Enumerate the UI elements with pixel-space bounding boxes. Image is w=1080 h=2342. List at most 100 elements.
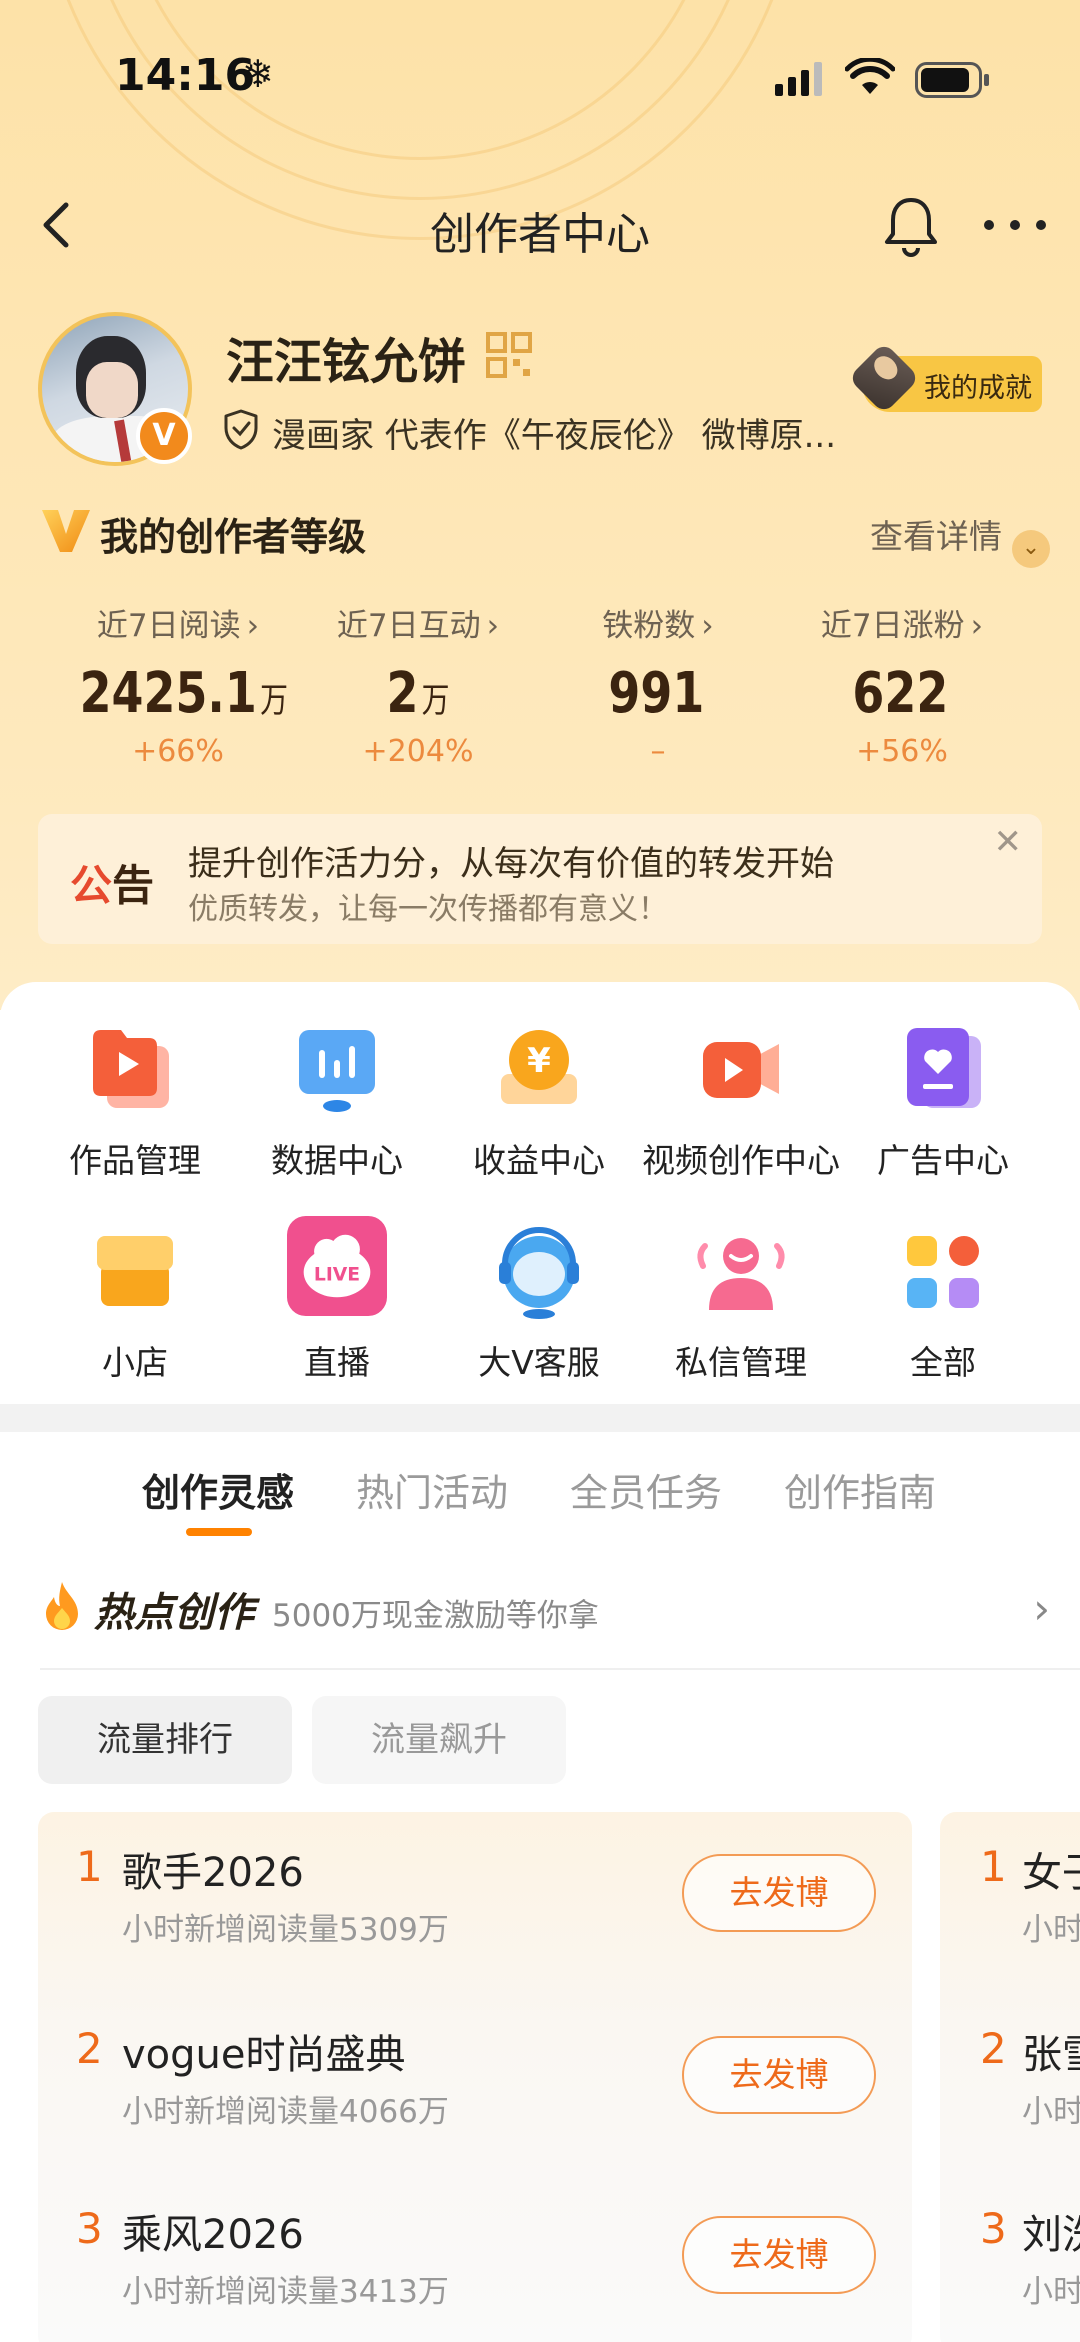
hot-creation-row[interactable]: 热点创作 5000万现金激励等你拿 ›: [40, 1580, 1050, 1660]
rank-title: 女子: [1022, 1850, 1080, 1896]
tab-all-tasks[interactable]: 全员任务: [570, 1462, 722, 1517]
view-detail-link[interactable]: 查看详情 ⌄: [870, 510, 1050, 568]
rank-meta: 小时新增阅读量3413万: [122, 2274, 449, 2310]
profile-bio[interactable]: 漫画家 代表作《午夜辰伦》 微博原...: [222, 404, 862, 456]
rank-number: 1: [76, 1842, 103, 1891]
post-button[interactable]: 去发博: [682, 1854, 876, 1932]
tab-inspiration[interactable]: 创作灵感: [142, 1462, 294, 1517]
grid-label: 广告中心: [877, 1141, 1009, 1180]
rank-number: 2: [980, 2024, 1007, 2073]
svg-text:¥: ¥: [527, 1041, 551, 1081]
more-icon[interactable]: [975, 192, 1055, 258]
grid-label: 收益中心: [473, 1141, 605, 1180]
stat-change: –: [650, 734, 666, 769]
grid-item-ad[interactable]: 广告中心: [843, 1022, 1043, 1182]
divider-line: [40, 1668, 1080, 1670]
grid-label: 小店: [102, 1343, 168, 1382]
grid-item-service[interactable]: 大V客服: [439, 1224, 639, 1384]
list-item[interactable]: 2 vogue时尚盛典 小时新增阅读量4066万 去发博: [38, 1994, 912, 2154]
achievement-label: 我的成就: [924, 373, 1032, 404]
verified-v-icon: V: [136, 408, 192, 464]
shop-icon: [97, 1236, 173, 1306]
tab-guide[interactable]: 创作指南: [784, 1462, 936, 1517]
income-icon: ¥: [501, 1030, 577, 1104]
notice-tag: 公告: [70, 852, 154, 913]
grid-label: 全部: [910, 1343, 976, 1382]
battery-icon: [915, 62, 989, 98]
rank-meta: 小时新增阅读量4066万: [122, 2094, 449, 2130]
qr-code-icon[interactable]: [486, 332, 532, 378]
stat-label: 近7日互动: [336, 608, 481, 644]
close-icon[interactable]: ✕: [994, 822, 1023, 862]
all-icon: [907, 1236, 979, 1308]
grid-item-all[interactable]: 全部: [843, 1224, 1043, 1384]
list-item[interactable]: 2 张雪 小时: [940, 1994, 1080, 2154]
rank-number: 2: [76, 2024, 103, 2073]
grid-item-messages[interactable]: 私信管理: [641, 1224, 841, 1384]
list-item[interactable]: 1 歌手2026 小时新增阅读量5309万 去发博: [38, 1812, 912, 1972]
stat-change: +204%: [362, 734, 474, 769]
stat-label: 近7日涨粉: [820, 608, 965, 644]
stat-value: 991: [608, 661, 705, 726]
video-icon: [703, 1042, 779, 1098]
bio-text: 漫画家 代表作《午夜辰伦》 微博原...: [272, 416, 837, 456]
profile-name[interactable]: 汪汪铉允饼: [226, 322, 466, 392]
grid-item-data[interactable]: 数据中心: [237, 1022, 437, 1182]
grid-item-shop[interactable]: 小店: [35, 1224, 235, 1384]
stat-new-fans[interactable]: 近7日涨粉 › 622 +56%: [782, 600, 1022, 769]
notice-banner[interactable]: 公告 提升创作活力分，从每次有价值的转发开始 优质转发，让每一次传播都有意义！ …: [38, 814, 1042, 944]
post-button[interactable]: 去发博: [682, 2216, 876, 2294]
status-bar: 14:16 ❄: [0, 40, 1080, 120]
grid-item-income[interactable]: ¥ 收益中心: [439, 1022, 639, 1182]
rank-meta: 小时新增阅读量5309万: [122, 1912, 449, 1948]
stat-unit: 万: [421, 681, 450, 721]
hot-title: 热点创作: [94, 1590, 254, 1636]
data-icon: [299, 1030, 375, 1112]
ad-icon: [907, 1028, 981, 1108]
chevron-right-icon: ›: [486, 608, 500, 644]
grid-label: 直播: [304, 1343, 370, 1382]
rank-meta: 小时: [1022, 2094, 1080, 2130]
stat-value: 622: [852, 661, 949, 726]
post-button[interactable]: 去发博: [682, 2036, 876, 2114]
ranking-card-2: 1 女子 小时 2 张雪 小时 3 刘洗 小时: [940, 1812, 1080, 2342]
live-icon: LIVE: [287, 1216, 387, 1316]
stat-reads[interactable]: 近7日阅读 › 2425.1万 +66%: [58, 600, 298, 769]
list-item[interactable]: 1 女子 小时: [940, 1812, 1080, 1972]
list-item[interactable]: 3 刘洗 小时: [940, 2174, 1080, 2334]
view-detail-label: 查看详情: [870, 517, 1002, 556]
notice-line1: 提升创作活力分，从每次有价值的转发开始: [188, 844, 834, 884]
stat-interactions[interactable]: 近7日互动 › 2万 +204%: [298, 600, 538, 769]
rank-number: 3: [980, 2204, 1007, 2253]
chip-traffic-rise[interactable]: 流量飙升: [312, 1696, 566, 1784]
notice-line2: 优质转发，让每一次传播都有意义！: [188, 892, 668, 927]
rank-title: vogue时尚盛典: [122, 2032, 406, 2078]
stat-iron-fans[interactable]: 铁粉数 › 991 –: [538, 600, 778, 769]
rank-meta: 小时: [1022, 1912, 1080, 1948]
grid-label: 私信管理: [675, 1343, 807, 1382]
grid-item-video[interactable]: 视频创作中心: [641, 1022, 841, 1182]
chip-traffic-rank[interactable]: 流量排行: [38, 1696, 292, 1784]
chevron-right-icon: ›: [970, 608, 984, 644]
stat-unit: 万: [260, 681, 288, 721]
level-v-icon: [42, 510, 90, 552]
chevron-right-icon: ›: [701, 608, 714, 644]
rank-meta: 小时: [1022, 2274, 1080, 2310]
rank-title: 刘洗: [1022, 2212, 1080, 2258]
stat-label: 近7日阅读: [96, 608, 241, 644]
ranking-card: 1 歌手2026 小时新增阅读量5309万 去发博 2 vogue时尚盛典 小时…: [38, 1812, 912, 2342]
achievement-button[interactable]: 我的成就: [847, 341, 1042, 415]
level-title: 我的创作者等级: [100, 515, 367, 559]
stat-change: +66%: [132, 734, 224, 769]
grid-item-live[interactable]: LIVE 直播: [237, 1216, 437, 1384]
status-time: 14:16: [115, 50, 256, 101]
bell-icon[interactable]: [878, 192, 944, 258]
creator-level-row[interactable]: 我的创作者等级 查看详情 ⌄: [40, 500, 1050, 568]
tab-hot-events[interactable]: 热门活动: [356, 1462, 508, 1517]
rank-title: 张雪: [1022, 2032, 1080, 2078]
nav-bar: 创作者中心: [0, 180, 1080, 270]
grid-item-works[interactable]: 作品管理: [35, 1022, 235, 1182]
live-icon-text: LIVE: [314, 1265, 360, 1286]
list-item[interactable]: 3 乘风2026 小时新增阅读量3413万 去发博: [38, 2174, 912, 2334]
grid-label: 作品管理: [69, 1141, 201, 1180]
